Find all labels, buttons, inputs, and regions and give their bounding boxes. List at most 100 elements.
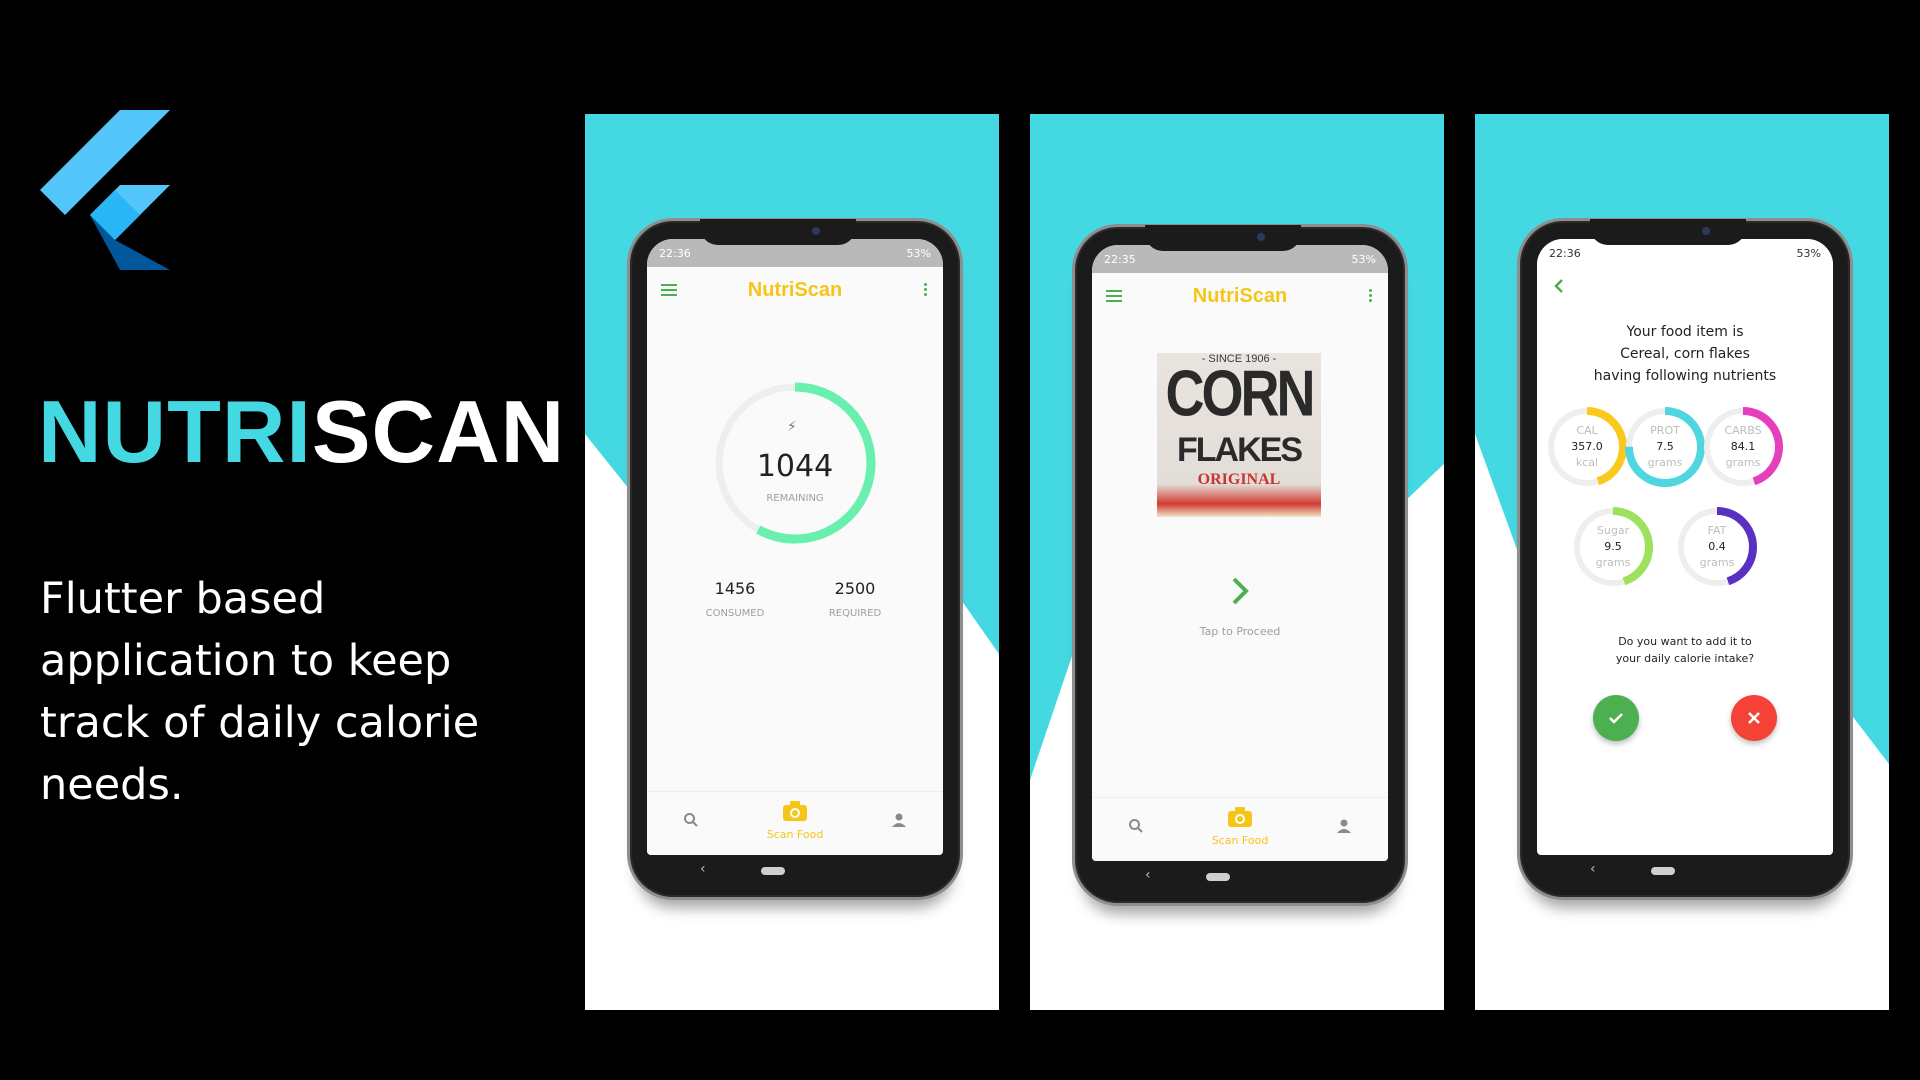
- cereal-box-word-flakes: FLAKES: [1177, 431, 1303, 469]
- phone-frame: 22:36 53% NutriScan ⚡ 1044 REMAINING 145…: [627, 218, 963, 900]
- phone-frame: 22:36 53% Your food item is Cereal, corn…: [1517, 218, 1853, 900]
- nutrient-unit: grams: [1595, 556, 1631, 569]
- nutrient-name: PROT: [1650, 424, 1680, 437]
- title-part-nutri: NUTRI: [38, 382, 312, 481]
- scan-food-label: Scan Food: [766, 828, 824, 841]
- nutrient-name: CARBS: [1724, 424, 1762, 437]
- nutrient-value: 7.5: [1656, 440, 1674, 453]
- result-line-1: Your food item is: [1626, 324, 1744, 340]
- phone-notch: [1590, 219, 1746, 245]
- camera-icon: [1228, 807, 1252, 827]
- proceed-chevron-icon[interactable]: [1224, 575, 1256, 607]
- status-time: 22:36: [1549, 247, 1581, 260]
- more-options-icon[interactable]: [924, 283, 927, 298]
- system-home-pill[interactable]: [1651, 867, 1675, 875]
- bolt-icon: ⚡: [787, 419, 797, 435]
- check-icon: [1609, 713, 1623, 724]
- nutrient-text: FAT 0.4 grams: [1675, 523, 1759, 571]
- remaining-value: 1044: [756, 449, 834, 484]
- nutrient-name: CAL: [1576, 424, 1598, 437]
- remaining-label: REMAINING: [766, 493, 824, 504]
- screenshot-panel-scan: 22:35 53% NutriScan - SINCE 1906 - CORN …: [1030, 114, 1444, 1010]
- nutrient-ring-cal: CAL 357.0 kcal: [1545, 405, 1629, 489]
- consumed-label: CONSUMED: [705, 608, 765, 619]
- back-arrow-icon[interactable]: [1551, 277, 1567, 295]
- cereal-box-word-original: ORIGINAL: [1197, 471, 1281, 488]
- app-bar-title: NutriScan: [1192, 285, 1288, 307]
- nutrient-ring-fat: FAT 0.4 grams: [1675, 505, 1759, 589]
- profile-icon[interactable]: [891, 812, 907, 828]
- nutrient-text: CARBS 84.1 grams: [1701, 423, 1785, 471]
- flutter-logo-icon: [40, 110, 170, 270]
- scan-food-nav-item[interactable]: Scan Food: [765, 800, 825, 841]
- nutrient-text: Sugar 9.5 grams: [1571, 523, 1655, 571]
- status-battery: 53%: [1796, 247, 1821, 260]
- scan-food-nav-item[interactable]: Scan Food: [1210, 806, 1270, 847]
- system-home-pill[interactable]: [761, 867, 785, 875]
- question-line-2: your daily calorie intake?: [1615, 652, 1755, 665]
- confirm-add-button[interactable]: [1593, 695, 1639, 741]
- app-bar-title: NutriScan: [747, 279, 843, 301]
- phone-screen: 22:36 53% Your food item is Cereal, corn…: [1537, 239, 1833, 855]
- scanned-food-image: - SINCE 1906 - CORN FLAKES ORIGINAL: [1157, 353, 1321, 517]
- camera-icon: [783, 801, 807, 821]
- nutrient-unit: kcal: [1575, 456, 1599, 469]
- status-battery: 53%: [906, 247, 931, 260]
- nutrient-unit: grams: [1647, 456, 1683, 469]
- add-intake-question: Do you want to add it to your daily calo…: [1537, 633, 1833, 667]
- required-value: 2500: [834, 579, 876, 598]
- phone-notch: [700, 219, 856, 245]
- nutrient-value: 0.4: [1708, 540, 1726, 553]
- nutrient-name: FAT: [1707, 524, 1727, 537]
- nutrient-value: 9.5: [1604, 540, 1622, 553]
- nutrient-ring-carbs: CARBS 84.1 grams: [1701, 405, 1785, 489]
- title-part-scan: SCAN: [311, 382, 566, 481]
- tap-to-proceed-label[interactable]: Tap to Proceed: [1092, 625, 1388, 638]
- search-icon[interactable]: [1128, 818, 1144, 834]
- status-battery: 53%: [1351, 253, 1376, 266]
- system-back-icon[interactable]: ‹: [1145, 867, 1151, 883]
- consumed-value: 1456: [714, 579, 756, 598]
- question-line-1: Do you want to add it to: [1618, 635, 1752, 648]
- phone-notch: [1145, 225, 1301, 251]
- nutrient-value: 84.1: [1730, 440, 1756, 453]
- close-icon: [1748, 712, 1760, 724]
- front-camera: [812, 227, 820, 235]
- more-options-icon[interactable]: [1369, 289, 1372, 304]
- phone-screen: 22:35 53% NutriScan - SINCE 1906 - CORN …: [1092, 245, 1388, 861]
- phone-screen: 22:36 53% NutriScan ⚡ 1044 REMAINING 145…: [647, 239, 943, 855]
- search-icon[interactable]: [683, 812, 699, 828]
- app-name-title: NUTRISCAN: [38, 388, 565, 476]
- front-camera: [1702, 227, 1710, 235]
- screenshot-panel-result: 22:36 53% Your food item is Cereal, corn…: [1475, 114, 1889, 1010]
- app-description: Flutter based application to keep track …: [40, 574, 480, 810]
- app-bar: NutriScan: [1092, 273, 1388, 321]
- result-line-3: having following nutrients: [1593, 368, 1777, 384]
- required-stat: 2500 REQUIRED: [805, 579, 905, 619]
- result-line-food-name: Cereal, corn flakes: [1620, 346, 1750, 362]
- nutrient-name: Sugar: [1596, 524, 1630, 537]
- app-bar: NutriScan: [647, 267, 943, 315]
- nutrient-ring-prot: PROT 7.5 grams: [1623, 405, 1707, 489]
- system-home-pill[interactable]: [1206, 873, 1230, 881]
- system-back-icon[interactable]: ‹: [1590, 861, 1596, 877]
- consumed-stat: 1456 CONSUMED: [685, 579, 785, 619]
- front-camera: [1257, 233, 1265, 241]
- status-time: 22:36: [659, 247, 691, 260]
- nutrient-text: CAL 357.0 kcal: [1545, 423, 1629, 471]
- nutrient-unit: grams: [1699, 556, 1735, 569]
- reject-add-button[interactable]: [1731, 695, 1777, 741]
- system-back-icon[interactable]: ‹: [700, 861, 706, 877]
- required-label: REQUIRED: [828, 608, 882, 619]
- nutrient-unit: grams: [1725, 456, 1761, 469]
- screenshot-panel-home: 22:36 53% NutriScan ⚡ 1044 REMAINING 145…: [585, 114, 999, 1010]
- food-result-text: Your food item is Cereal, corn flakes ha…: [1537, 321, 1833, 387]
- cereal-box-word-corn: CORN: [1165, 358, 1316, 430]
- nutrient-value: 357.0: [1571, 440, 1603, 453]
- phone-frame: 22:35 53% NutriScan - SINCE 1906 - CORN …: [1072, 224, 1408, 906]
- bottom-navigation: Scan Food: [1092, 797, 1388, 861]
- profile-icon[interactable]: [1336, 818, 1352, 834]
- nutrient-text: PROT 7.5 grams: [1623, 423, 1707, 471]
- nutrient-ring-sugar: Sugar 9.5 grams: [1571, 505, 1655, 589]
- scan-food-label: Scan Food: [1211, 834, 1269, 847]
